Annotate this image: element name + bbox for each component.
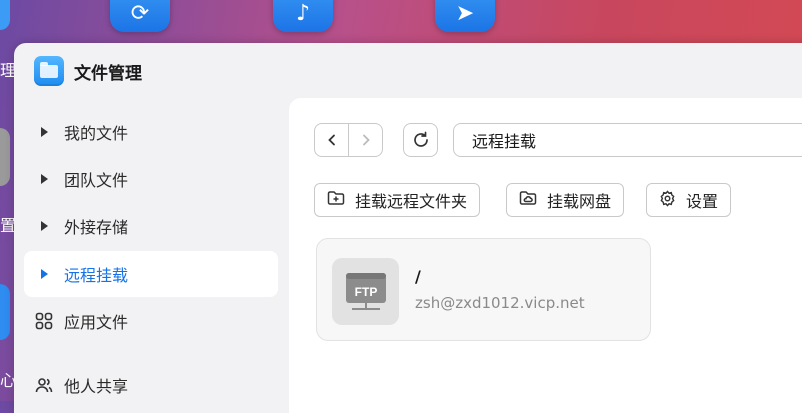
path-bar[interactable]: 远程挂载 xyxy=(453,123,802,157)
mount-cloud-drive-button[interactable]: 挂载网盘 xyxy=(506,183,625,217)
sidebar-item-label: 远程挂载 xyxy=(64,266,129,285)
ftp-badge: FTP xyxy=(354,285,377,299)
ftp-server-icon: FTP xyxy=(332,258,399,325)
desktop-player-app-icon[interactable]: ♪ xyxy=(273,0,333,32)
refresh-icon xyxy=(413,131,428,147)
mount-remote-folder-button[interactable]: 挂载远程文件夹 xyxy=(314,183,481,217)
back-button[interactable] xyxy=(315,124,348,156)
sidebar: 我的文件 团队文件 外接存储 远程挂载 应用文件 他人共享 xyxy=(14,99,289,413)
folder-plus-icon xyxy=(327,190,345,210)
button-label: 设置 xyxy=(686,192,719,211)
sidebar-item-label: 外接存储 xyxy=(64,218,129,237)
sidebar-item-label: 他人共享 xyxy=(64,377,129,396)
button-label: 挂载远程文件夹 xyxy=(355,192,468,211)
mount-name: / xyxy=(415,267,421,286)
sidebar-item-label: 团队文件 xyxy=(64,171,129,190)
desktop-sync-app-icon[interactable]: ⟳ xyxy=(110,0,170,32)
main-panel: 远程挂载 挂载远程文件夹 挂载网盘 设置 FTP / zsh@zxd1012.v… xyxy=(289,98,802,413)
sidebar-item-remote-mount[interactable]: 远程挂载 xyxy=(24,251,278,297)
file-manager-window: 文件管理 我的文件 团队文件 外接存储 远程挂载 应用文件 他人共享 远程挂载 … xyxy=(14,43,802,413)
sidebar-item-my-files[interactable]: 我的文件 xyxy=(24,109,278,155)
titlebar: 文件管理 xyxy=(14,43,802,99)
caret-right-icon xyxy=(24,174,64,184)
users-icon xyxy=(24,376,64,394)
desktop-edge-icon[interactable] xyxy=(0,0,10,30)
caret-right-icon xyxy=(24,269,64,279)
forward-button[interactable] xyxy=(348,124,382,156)
refresh-button[interactable] xyxy=(403,123,438,157)
caret-right-icon xyxy=(24,221,64,231)
gear-icon xyxy=(659,189,676,211)
mount-host: zsh@zxd1012.vicp.net xyxy=(415,294,585,312)
sidebar-item-shared-with-me[interactable]: 他人共享 xyxy=(24,362,278,408)
sidebar-item-label: 我的文件 xyxy=(64,124,129,143)
settings-button[interactable]: 设置 xyxy=(646,183,732,217)
chevron-right-icon xyxy=(362,134,370,146)
chevron-left-icon xyxy=(327,134,335,146)
desktop-edge-icon[interactable] xyxy=(0,128,10,186)
sidebar-item-external-storage[interactable]: 外接存储 xyxy=(24,203,278,249)
mount-card[interactable]: FTP / zsh@zxd1012.vicp.net xyxy=(316,238,651,341)
sidebar-item-team-files[interactable]: 团队文件 xyxy=(24,156,278,202)
apps-grid-icon xyxy=(24,312,64,330)
cloud-folder-icon xyxy=(519,190,537,210)
history-nav xyxy=(314,123,383,157)
folder-app-icon xyxy=(34,56,64,86)
sidebar-item-label: 应用文件 xyxy=(64,313,129,332)
desktop-edge-icon[interactable] xyxy=(0,284,10,340)
caret-right-icon xyxy=(24,127,64,137)
app-title: 文件管理 xyxy=(74,64,142,84)
button-label: 挂载网盘 xyxy=(547,192,612,211)
sidebar-item-app-files[interactable]: 应用文件 xyxy=(24,298,278,344)
desktop-send-app-icon[interactable]: ➤ xyxy=(435,0,495,32)
